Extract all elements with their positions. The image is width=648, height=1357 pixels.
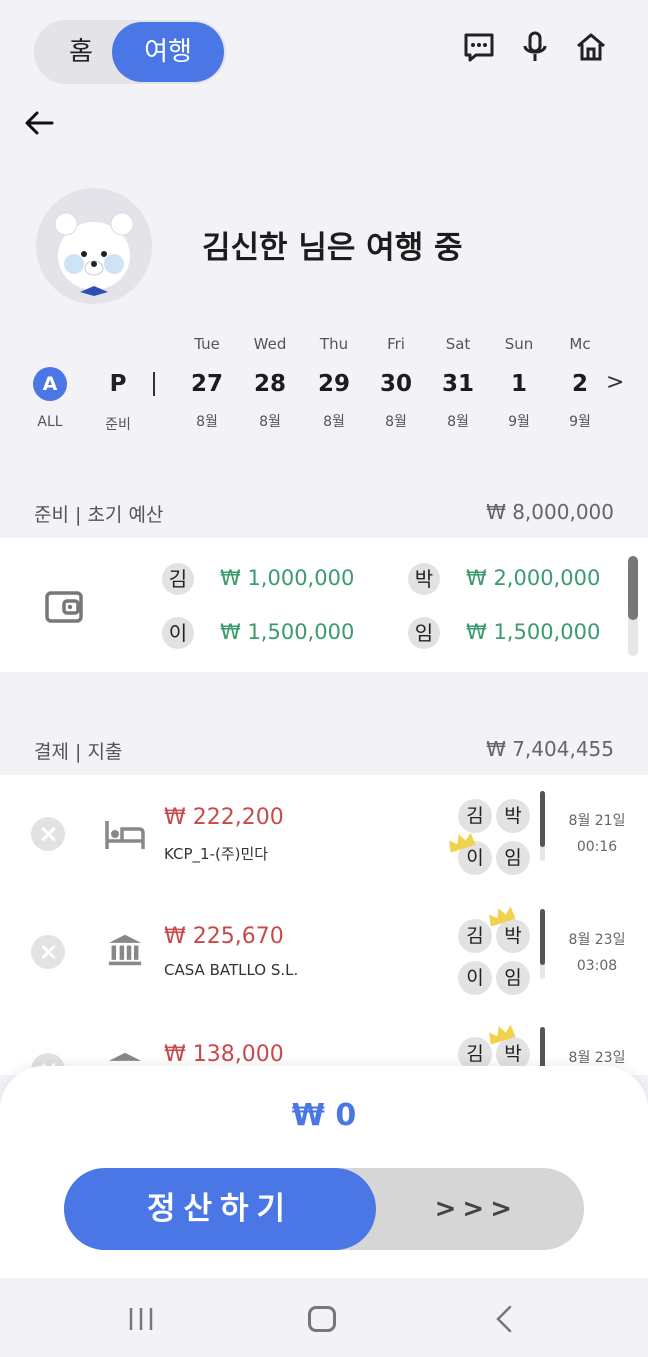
date-weekday: Thu: [319, 335, 349, 353]
budget-title: 준비 | 초기 예산: [34, 504, 164, 526]
date-day: 29: [317, 371, 350, 397]
date-item[interactable]: Thu 29 8월: [304, 330, 364, 434]
calendar-next-button[interactable]: >: [606, 370, 624, 395]
settle-sheet: ₩ 0 정산하기 >>>: [0, 1066, 648, 1278]
date-month: 9월: [508, 414, 530, 430]
payment-merchant: CASA BATLLO S.L.: [164, 961, 299, 979]
member-chip: 이: [162, 617, 194, 649]
crown-icon: [488, 906, 516, 927]
delete-payment-button[interactable]: [31, 817, 65, 851]
member-budget-amount: ₩ 1,000,000: [220, 566, 355, 590]
slide-arrows: >>>: [434, 1194, 518, 1224]
payment-time: 03:08: [576, 958, 618, 974]
bank-icon: [108, 934, 142, 966]
avatar: [36, 188, 152, 304]
payment-row[interactable]: ₩ 222,200 KCP_1-(주)민다 김 박 이 임 8월 21일 00:…: [0, 775, 648, 893]
date-item[interactable]: Tue 27 8월: [177, 330, 237, 434]
payment-amount: ₩ 138,000: [164, 1042, 284, 1067]
system-back-icon[interactable]: [492, 1304, 516, 1334]
member-chip: 박: [408, 563, 440, 595]
date-day: 30: [379, 371, 412, 397]
budget-total: ₩ 8,000,000: [486, 500, 614, 524]
bed-icon: [105, 821, 145, 849]
mode-toggle[interactable]: 홈 여행: [34, 20, 226, 84]
page-title: 김신한 님은 여행 중: [202, 230, 463, 266]
date-weekday: Mc: [569, 335, 590, 353]
payment-amount: ₩ 225,670: [164, 924, 284, 949]
payments-list: ₩ 222,200 KCP_1-(주)민다 김 박 이 임 8월 21일 00:…: [0, 775, 648, 1075]
date-weekday: Sat: [445, 335, 471, 353]
date-strip: Tue 27 8월 Wed 28 8월 Thu 29 8월 Fri 30 8월 …: [0, 330, 648, 440]
date-month: 8월: [385, 414, 407, 430]
delete-payment-button[interactable]: [31, 935, 65, 969]
member-chip: 이: [458, 961, 492, 995]
back-arrow-icon[interactable]: [22, 106, 56, 140]
budget-header: 준비 | 초기 예산 ₩ 8,000,000: [0, 492, 648, 532]
member-chip: 임: [408, 617, 440, 649]
member-budget-amount: ₩ 1,500,000: [220, 620, 355, 644]
system-nav-bar: [0, 1278, 648, 1357]
date-month: 8월: [323, 414, 345, 430]
member-chip: 박: [496, 799, 530, 833]
date-day: 1: [510, 371, 527, 397]
recent-apps-icon[interactable]: [126, 1306, 156, 1332]
payment-time: 00:16: [576, 839, 618, 855]
payment-amount: ₩ 222,200: [164, 805, 284, 830]
system-home-icon[interactable]: [308, 1306, 336, 1332]
date-weekday: Wed: [253, 335, 287, 353]
date-weekday: Sun: [504, 335, 534, 353]
date-item[interactable]: Fri 30 8월: [366, 330, 426, 434]
budget-scrollbar[interactable]: [628, 556, 638, 656]
date-day: 2: [571, 371, 588, 397]
date-month: 8월: [196, 414, 218, 430]
crown-icon: [448, 832, 476, 853]
member-budget-amount: ₩ 1,500,000: [466, 620, 601, 644]
payment-date: 8월 21일: [568, 813, 626, 829]
budget-card: 김 ₩ 1,000,000 박 ₩ 2,000,000 이 ₩ 1,500,00…: [0, 538, 648, 672]
payment-row[interactable]: ₩ 225,670 CASA BATLLO S.L. 김 박 이 임 8월 23…: [0, 893, 648, 1011]
bear-mascot-icon: [54, 212, 134, 296]
member-chip: 김: [458, 799, 492, 833]
date-day: 28: [253, 371, 286, 397]
chat-icon[interactable]: [462, 30, 496, 68]
date-item[interactable]: Sun 1 9월: [489, 330, 549, 434]
home-tab[interactable]: 홈: [50, 20, 112, 84]
date-item[interactable]: Wed 28 8월: [240, 330, 300, 434]
date-month: 9월: [569, 414, 590, 430]
payment-date: 8월 23일: [568, 932, 626, 948]
member-chip: 김: [162, 563, 194, 595]
member-budget-amount: ₩ 2,000,000: [466, 566, 601, 590]
wallet-icon: [45, 591, 83, 623]
home-icon[interactable]: [574, 30, 608, 68]
date-item[interactable]: Sat 31 8월: [428, 330, 488, 434]
settle-button[interactable]: 정산하기: [64, 1168, 376, 1250]
date-month: 8월: [259, 414, 281, 430]
travel-tab[interactable]: 여행: [112, 22, 224, 82]
payment-row-scrollbar: [540, 791, 545, 861]
payments-header: 결제 | 지출 ₩ 7,404,455: [0, 729, 648, 769]
mic-icon[interactable]: [518, 30, 552, 68]
payment-row-scrollbar: [540, 909, 545, 979]
payment-merchant: KCP_1-(주)민다: [164, 845, 269, 863]
date-month: 8월: [447, 414, 469, 430]
date-item[interactable]: Mc 2 9월: [550, 330, 590, 434]
settle-slider[interactable]: 정산하기 >>>: [64, 1168, 584, 1250]
date-day: 27: [190, 371, 223, 397]
date-day: 31: [441, 371, 474, 397]
balance-amount: ₩ 0: [291, 1098, 357, 1133]
member-chip: 임: [496, 841, 530, 875]
date-weekday: Tue: [194, 335, 220, 353]
crown-icon: [488, 1024, 516, 1045]
payments-total: ₩ 7,404,455: [486, 737, 614, 761]
member-chip: 임: [496, 961, 530, 995]
date-weekday: Fri: [387, 335, 405, 353]
payments-title: 결제 | 지출: [34, 741, 123, 763]
